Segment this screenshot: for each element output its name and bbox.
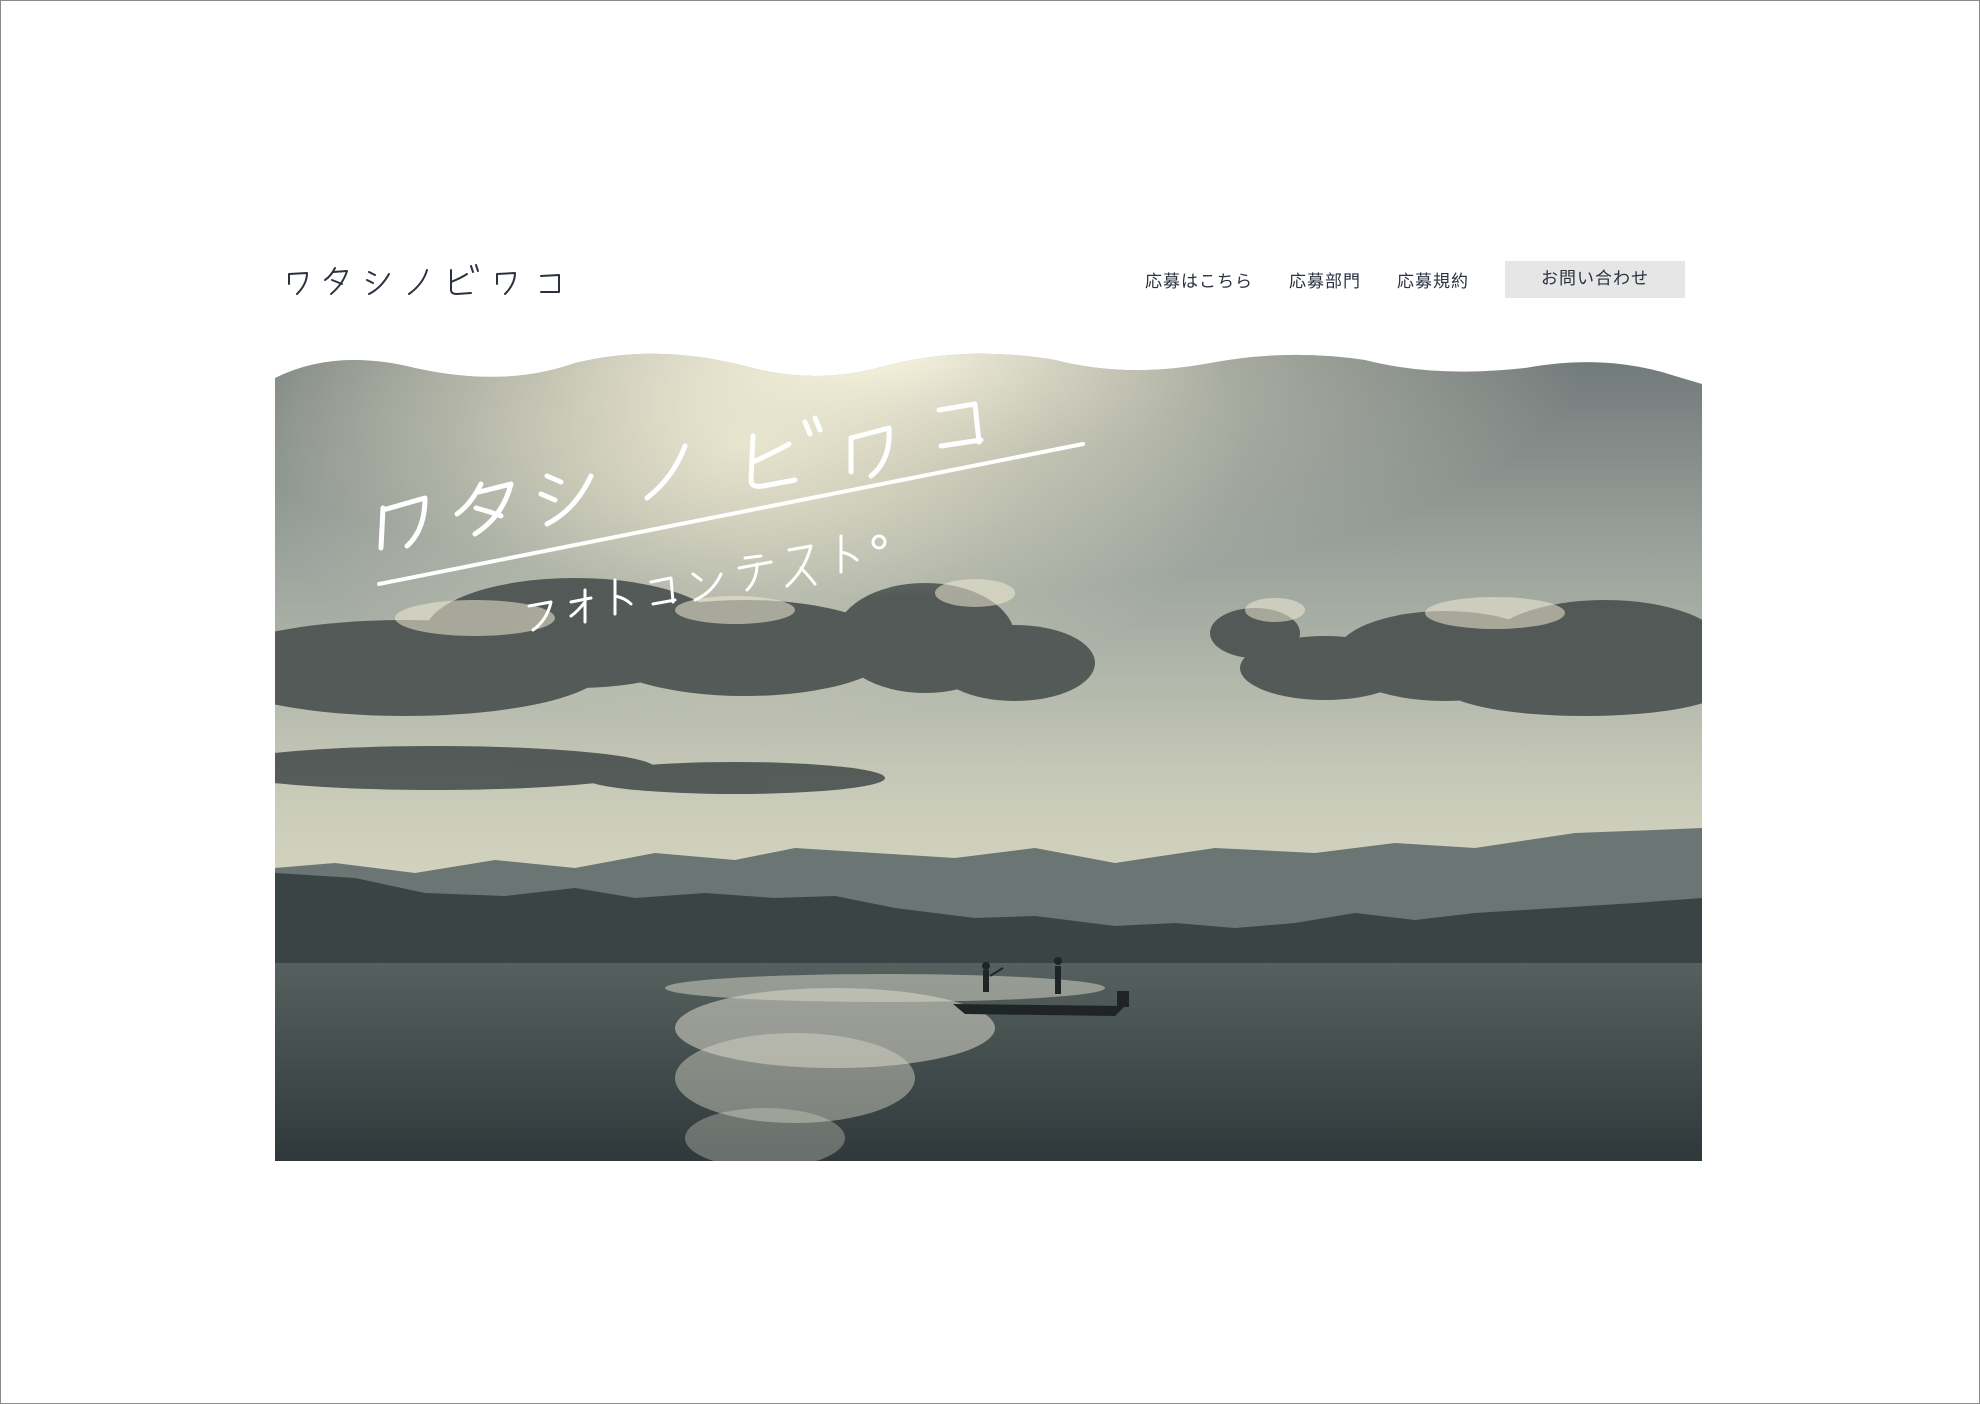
nav-categories-link[interactable]: 応募部門	[1289, 267, 1361, 292]
hero-photo	[275, 348, 1702, 1161]
site-logo[interactable]	[285, 262, 605, 302]
nav-contact-button[interactable]: お問い合わせ	[1505, 261, 1685, 298]
nav-apply-link[interactable]: 応募はこちら	[1145, 267, 1253, 292]
main-nav: 応募はこちら 応募部門 応募規約 お問い合わせ	[1109, 261, 1685, 298]
nav-rules-link[interactable]: 応募規約	[1397, 267, 1469, 292]
